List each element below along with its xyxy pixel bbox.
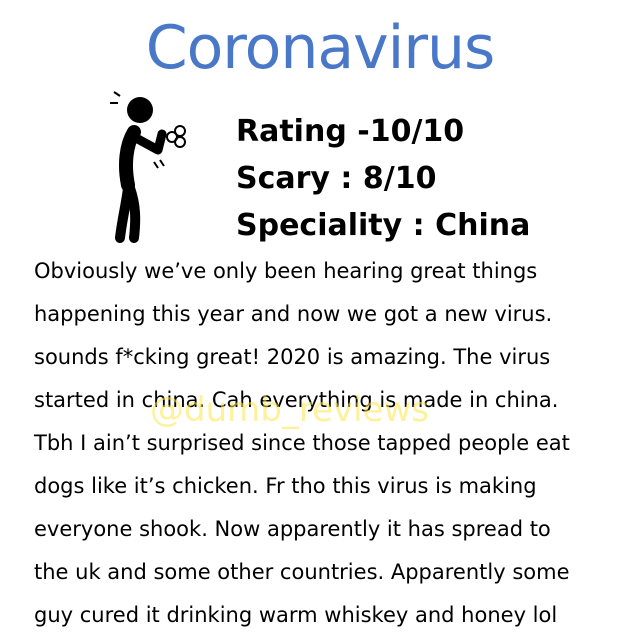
review-line: the uk and some other countries. Apparen… [34,560,570,584]
review-line: Obviously we’ve only been hearing great … [34,259,538,283]
review-line: guy cured it drinking warm whiskey and h… [34,603,558,627]
speciality-text: Speciality : China [236,208,531,243]
scary-text: Scary : 8/10 [236,161,437,196]
review-line: happening this year and now we got a new… [34,302,553,326]
review-line: sounds f*cking great! 2020 is amazing. T… [34,345,551,369]
stats-block: Rating -10/10 Scary : 8/10 Speciality : … [236,108,530,249]
review-line: everyone shook. Now apparently it has sp… [34,517,551,541]
rating-text: Rating -10/10 [236,114,465,149]
review-line: started in china. Cah everything is made… [34,388,559,412]
review-line: Tbh I ain’t surprised since those tapped… [34,431,570,455]
page-title: Coronavirus [145,13,496,83]
review-line: dogs like it’s chicken. Fr tho this viru… [34,474,537,498]
review-body: Obviously we’ve only been hearing great … [34,250,640,637]
coughing-person-icon [96,90,196,250]
